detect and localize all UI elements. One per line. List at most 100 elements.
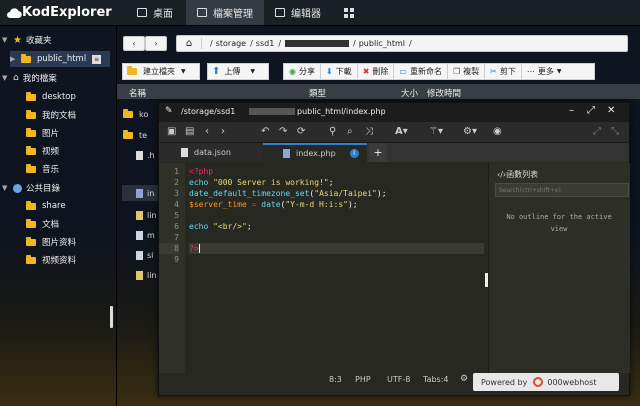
path-separator: /: [250, 39, 253, 48]
host-brand: 000webhost: [547, 377, 597, 387]
cut-button[interactable]: ✂ 剪下: [485, 64, 522, 79]
status-encoding[interactable]: UTF-8: [387, 375, 410, 384]
outline-search-input[interactable]: [495, 183, 629, 197]
tab-data-json[interactable]: data.json: [159, 143, 263, 162]
upload-button[interactable]: ⬆ 上傳 ▼: [207, 63, 269, 80]
editor-statusbar: 8:3 PHP UTF-8 Tabs:4 ⚙ Powered by 000web…: [159, 373, 629, 395]
new-folder-button[interactable]: 建立檔夾 ▼: [122, 63, 200, 80]
pin-icon[interactable]: ⚲: [329, 126, 336, 138]
nav-tab-label: 桌面: [153, 9, 173, 20]
tree-label: 收藏夹: [25, 36, 52, 46]
close-icon[interactable]: ✕: [607, 105, 615, 116]
add-tab-button[interactable]: +: [369, 143, 387, 162]
delete-button[interactable]: ✖ 刪除: [358, 64, 395, 79]
outline-title: ‹/›函數列表: [497, 169, 538, 180]
outline-empty-message: No outline for the active view: [506, 213, 612, 233]
file-row[interactable]: lin: [136, 267, 157, 283]
copy-button[interactable]: ❐ 複製: [448, 64, 486, 79]
path-bar[interactable]: ⌂ / storage / ssd1 / / public_html /: [176, 35, 628, 52]
tree-item[interactable]: 视频: [26, 143, 59, 159]
tree-item[interactable]: 图片资料: [26, 234, 76, 250]
gear-icon[interactable]: ⚙: [460, 374, 468, 384]
minimize-icon[interactable]: –: [569, 105, 574, 116]
tab-index-php[interactable]: index.php i: [263, 143, 367, 162]
file-row[interactable]: ko: [123, 106, 148, 122]
status-tabs[interactable]: Tabs:4: [423, 375, 449, 384]
column-size[interactable]: 大小: [401, 87, 418, 99]
button-label: 剪下: [499, 67, 516, 76]
text-cursor: [198, 244, 200, 253]
sidebar-divider: [116, 26, 117, 406]
editor-toolbar: ▣ ▤ ‹ › ↶ ↷ ⟳ ⚲ ⌕ ⤨ A▾ ⚚▾ ⚙▾ ◉ ⤢ ⤡: [159, 122, 629, 143]
eye-icon[interactable]: ◉: [493, 126, 502, 138]
refresh-icon[interactable]: ⟳: [297, 126, 305, 138]
home-icon[interactable]: ⌂: [177, 38, 202, 49]
gear-icon[interactable]: ⚙▾: [463, 126, 477, 138]
menu-icon[interactable]: ≡: [92, 54, 102, 64]
tree-public[interactable]: ▼ 公共目錄: [2, 180, 60, 196]
shuffle-icon[interactable]: ⤨: [365, 126, 373, 138]
forward-button[interactable]: ›: [145, 36, 167, 51]
file-row[interactable]: lin: [136, 207, 157, 223]
path-segment[interactable]: storage: [216, 39, 246, 48]
tree-item[interactable]: 图片: [26, 125, 59, 141]
shrink-icon[interactable]: ⤡: [611, 126, 619, 138]
share-button[interactable]: ◉ 分享: [284, 64, 321, 79]
tree-item[interactable]: share: [26, 198, 66, 214]
back-button[interactable]: ‹: [123, 36, 145, 51]
chevron-left-icon[interactable]: ‹: [205, 126, 209, 138]
globe-icon: [13, 183, 22, 193]
file-row[interactable]: m: [136, 227, 155, 243]
file-row[interactable]: te: [123, 127, 147, 143]
tree-favorites[interactable]: ▼ ★ 收藏夹: [2, 32, 51, 48]
tree-item-public-html[interactable]: ▶ public_html ≡: [10, 51, 110, 67]
download-button[interactable]: ⬇ 下載: [321, 64, 358, 79]
file-row-selected[interactable]: in: [122, 185, 158, 201]
nav-tab-desktop[interactable]: 桌面: [124, 0, 186, 25]
column-modified[interactable]: 修改時間: [427, 87, 461, 99]
column-name[interactable]: 名稱: [129, 87, 146, 99]
chevron-right-icon[interactable]: ›: [221, 126, 225, 138]
magic-wand-icon[interactable]: ⚚▾: [429, 126, 443, 138]
tree-label: 视频: [42, 147, 60, 157]
rename-button[interactable]: ▭ 重新命名: [394, 64, 448, 79]
nav-tab-label: 檔案管理: [213, 9, 253, 20]
tree-item[interactable]: 文档: [26, 216, 59, 232]
tree-my-documents[interactable]: ▼ ⌂ 我的檔案: [2, 70, 57, 86]
tree-item[interactable]: 我的文档: [26, 107, 76, 123]
column-type[interactable]: 類型: [309, 87, 326, 99]
tree-item[interactable]: desktop: [26, 89, 76, 105]
info-icon[interactable]: i: [349, 149, 359, 158]
font-size-icon[interactable]: A▾: [395, 126, 408, 138]
status-mode[interactable]: PHP: [355, 375, 371, 384]
tree-item[interactable]: 视频资料: [26, 252, 76, 268]
file-name: .h: [147, 150, 155, 160]
open-file-icon[interactable]: ▤: [185, 126, 194, 138]
code-editor[interactable]: <?php echo "000 Server is working!"; dat…: [189, 163, 484, 373]
path-segment[interactable]: public_html: [359, 39, 405, 48]
file-row[interactable]: .h: [136, 147, 155, 163]
chevron-down-icon: ▼: [2, 36, 8, 44]
nav-tab-file-manager[interactable]: 檔案管理: [186, 0, 264, 25]
expand-icon[interactable]: ⤢: [593, 126, 601, 138]
editor-titlebar[interactable]: ✎ /storage/ssd1 public_html/index.php – …: [159, 103, 629, 122]
redo-icon[interactable]: ↷: [279, 126, 287, 138]
path-segment[interactable]: ssd1: [256, 39, 275, 48]
undo-icon[interactable]: ↶: [261, 126, 269, 138]
resize-handle[interactable]: [110, 306, 113, 328]
file-list-header: 名稱 類型 大小 修改時間: [117, 84, 640, 99]
search-icon[interactable]: ⌕: [347, 126, 353, 138]
nav-tab-editor[interactable]: 编辑器: [264, 0, 332, 25]
save-icon[interactable]: ▣: [167, 126, 176, 138]
nav-tab-grid[interactable]: [334, 0, 364, 25]
more-button[interactable]: ⋯ 更多 ▼: [522, 64, 567, 79]
file-row[interactable]: si: [136, 247, 153, 263]
app-logo[interactable]: KodExplorer: [6, 4, 112, 21]
tree-item[interactable]: 音乐: [26, 161, 59, 177]
file-name: ko: [139, 109, 149, 119]
maximize-icon[interactable]: ⤢: [587, 105, 595, 116]
hosting-badge[interactable]: Powered by 000webhost: [473, 373, 619, 391]
editor-icon: ✎: [165, 106, 173, 116]
